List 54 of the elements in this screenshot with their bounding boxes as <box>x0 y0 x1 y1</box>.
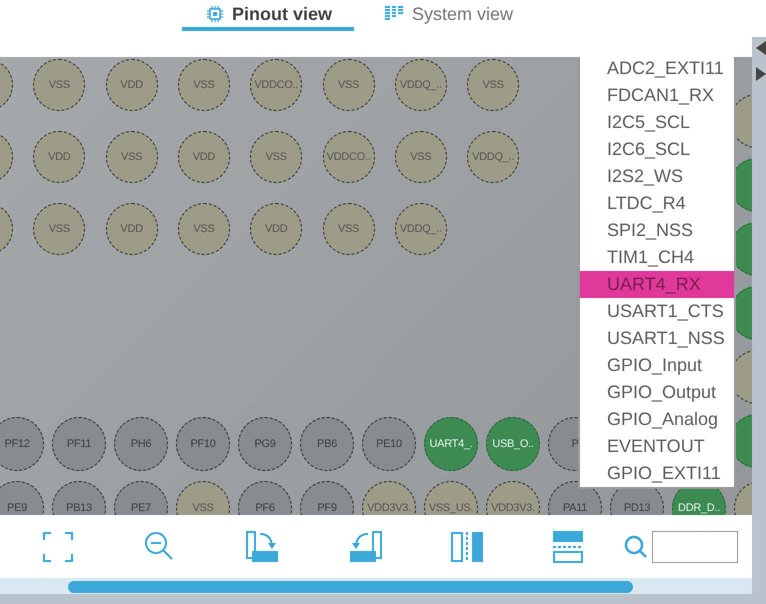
pin[interactable]: VSS <box>250 131 302 183</box>
pin[interactable]: VSS <box>106 131 158 183</box>
signal-option[interactable]: FDCAN1_RX <box>580 82 734 109</box>
pin[interactable]: PE10 <box>362 417 416 471</box>
pin[interactable]: UART4_. <box>424 417 478 471</box>
pin[interactable]: PF12 <box>0 417 44 471</box>
pin[interactable]: PB6 <box>300 417 354 471</box>
pin[interactable]: VDDQ_.. <box>394 59 447 111</box>
pin[interactable]: VSS <box>178 59 230 111</box>
pin[interactable]: PE9 <box>0 481 44 515</box>
pin[interactable]: VSS <box>322 59 374 111</box>
view-tab[interactable]: System view <box>384 0 536 31</box>
pin[interactable]: PE7 <box>114 481 168 515</box>
pin[interactable]: VDD3V3. <box>486 481 540 515</box>
pin[interactable]: PF10 <box>176 417 230 471</box>
pin[interactable]: PF11 <box>52 417 106 471</box>
signal-option[interactable]: USART1_CTS <box>580 298 734 325</box>
pin[interactable]: VDD <box>33 131 86 183</box>
signal-option[interactable]: I2C6_SCL <box>580 136 734 163</box>
pin[interactable]: VDD3V3. <box>362 481 416 515</box>
pin[interactable]: VSS <box>176 481 230 515</box>
pin[interactable]: USB_O.. <box>486 417 540 471</box>
signal-option[interactable]: UART4_RX <box>580 271 734 298</box>
pin[interactable]: PF9 <box>300 481 354 515</box>
pin[interactable]: PA11 <box>548 481 602 515</box>
pin[interactable]: VSS <box>394 131 447 183</box>
signal-option[interactable]: I2C5_SCL <box>580 109 734 136</box>
view-tab[interactable]: Pinout view <box>182 0 354 31</box>
signal-option[interactable]: GPIO_Input <box>580 352 734 379</box>
pin[interactable]: PB13 <box>52 481 106 515</box>
signal-option[interactable]: USART1_NSS <box>580 325 734 352</box>
pin[interactable]: VSS <box>322 203 374 255</box>
pin[interactable]: VSS_US. <box>424 481 478 515</box>
pin[interactable]: VDD <box>250 203 302 255</box>
signal-option[interactable]: SPI2_NSS <box>580 217 734 244</box>
pin[interactable]: PH6 <box>114 417 168 471</box>
pin[interactable]: VSS <box>178 203 230 255</box>
signal-option[interactable]: TIM1_CH4 <box>580 244 734 271</box>
pin[interactable]: VDD <box>106 203 158 255</box>
signal-option[interactable]: I2S2_WS <box>580 163 734 190</box>
pin[interactable]: VDD <box>178 131 230 183</box>
pin[interactable]: VDD <box>106 59 158 111</box>
pin[interactable]: VDDQ_.. <box>394 203 447 255</box>
pin[interactable]: VDDQ_.. <box>467 131 520 183</box>
pin[interactable]: VDDCO.. <box>250 59 302 111</box>
pin[interactable]: VSS <box>467 59 520 111</box>
signal-option[interactable]: GPIO_Output <box>580 379 734 406</box>
signal-option[interactable]: LTDC_R4 <box>580 190 734 217</box>
pin[interactable]: PF6 <box>238 481 292 515</box>
pin[interactable]: VSS <box>33 59 86 111</box>
signal-option[interactable]: ADC2_EXTI11 <box>580 57 734 82</box>
pin[interactable]: VDDCO.. <box>322 131 374 183</box>
pin[interactable]: PG9 <box>238 417 292 471</box>
pin[interactable]: VSS <box>33 203 86 255</box>
